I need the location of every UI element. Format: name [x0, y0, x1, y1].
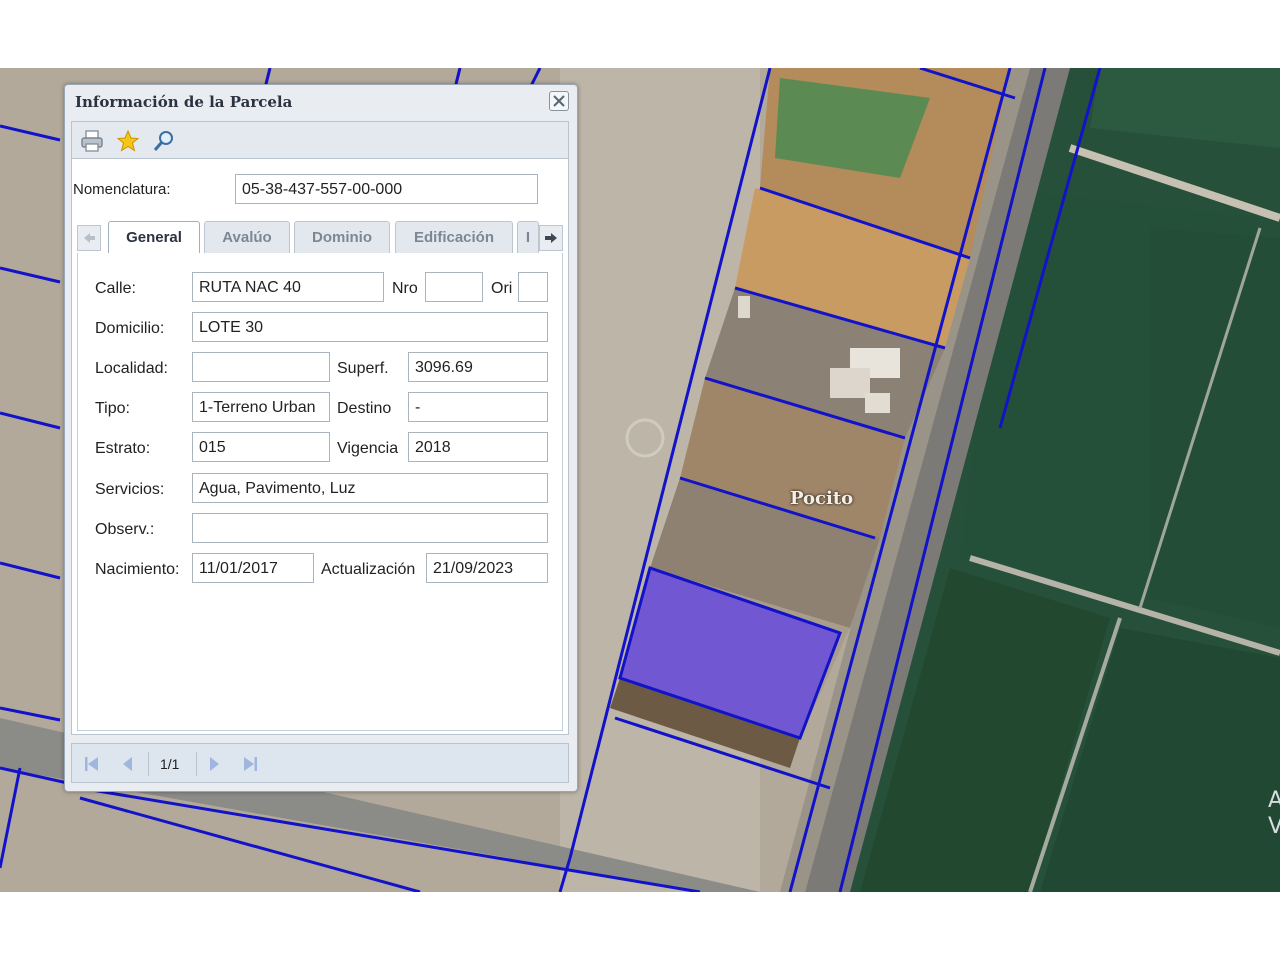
tab-general[interactable]: General — [108, 221, 200, 254]
pager-separator — [148, 752, 149, 776]
parcel-info-window: Información de la Parcela Nomenclatura: … — [64, 84, 578, 792]
first-page-button[interactable] — [82, 754, 102, 774]
observ-field[interactable] — [192, 513, 548, 543]
nro-label: Nro — [392, 280, 418, 297]
favorite-button[interactable] — [116, 129, 140, 153]
calle-field[interactable]: RUTA NAC 40 — [192, 272, 384, 302]
domicilio-field[interactable]: LOTE 30 — [192, 312, 548, 342]
superf-field[interactable]: 3096.69 — [408, 352, 548, 382]
superf-label: Superf. — [337, 360, 389, 377]
printer-icon — [81, 130, 103, 152]
tipo-label: Tipo: — [95, 400, 130, 417]
nomenclatura-label: Nomenclatura: — [73, 181, 171, 198]
pagination-bar: 1/1 — [71, 743, 569, 783]
actualizacion-label: Actualización — [321, 561, 416, 578]
calle-label: Calle: — [95, 280, 136, 297]
prev-page-icon — [123, 757, 132, 771]
destino-label: Destino — [337, 400, 392, 417]
print-button[interactable] — [80, 129, 104, 153]
pager-separator — [196, 752, 197, 776]
nacimiento-field[interactable]: 11/01/2017 — [192, 553, 314, 583]
tipo-field[interactable]: 1-Terreno Urban — [192, 392, 330, 422]
vigencia-field[interactable]: 2018 — [408, 432, 548, 462]
observ-label: Observ.: — [95, 521, 155, 538]
estrato-field[interactable]: 015 — [192, 432, 330, 462]
servicios-field[interactable]: Agua, Pavimento, Luz — [192, 473, 548, 503]
next-page-button[interactable] — [204, 754, 224, 774]
tab-dominio[interactable]: Dominio — [294, 221, 390, 253]
arrow-right-icon — [545, 233, 557, 243]
page-indicator: 1/1 — [160, 756, 180, 772]
tab-avaluo[interactable]: Avalúo — [204, 221, 290, 253]
tab-more[interactable]: I — [517, 221, 539, 253]
destino-field[interactable]: - — [408, 392, 548, 422]
window-titlebar[interactable]: Información de la Parcela — [65, 85, 577, 119]
nomenclatura-field[interactable]: 05-38-437-557-00-000 — [235, 174, 538, 204]
tab-scroll-left[interactable] — [77, 225, 101, 251]
zoom-button[interactable] — [152, 129, 176, 153]
domicilio-label: Domicilio: — [95, 320, 165, 337]
next-page-icon — [210, 757, 219, 771]
localidad-field[interactable] — [192, 352, 330, 382]
localidad-label: Localidad: — [95, 360, 168, 377]
window-toolbar — [71, 121, 569, 159]
prev-page-button[interactable] — [118, 754, 138, 774]
last-page-icon — [244, 757, 257, 771]
window-title: Información de la Parcela — [75, 93, 293, 111]
nro-field[interactable] — [425, 272, 483, 302]
star-icon — [116, 129, 140, 152]
ori-label: Ori — [491, 280, 513, 297]
last-page-button[interactable] — [240, 754, 260, 774]
estrato-label: Estrato: — [95, 440, 151, 457]
tab-strip: General Avalúo Dominio Edificación I — [77, 221, 563, 254]
servicios-label: Servicios: — [95, 481, 165, 498]
tab-scroll-right[interactable] — [539, 225, 563, 251]
close-button[interactable] — [549, 91, 569, 111]
ori-field[interactable] — [518, 272, 548, 302]
actualizacion-field[interactable]: 21/09/2023 — [426, 553, 548, 583]
vigencia-label: Vigencia — [337, 440, 399, 457]
nacimiento-label: Nacimiento: — [95, 561, 180, 578]
close-icon — [553, 95, 565, 107]
magnifier-icon — [153, 131, 173, 151]
map-edge-text: A V — [1268, 788, 1280, 839]
arrow-left-icon — [84, 233, 95, 243]
first-page-icon — [85, 757, 98, 771]
tab-edificacion[interactable]: Edificación — [395, 221, 513, 253]
map-place-label: Pocito — [790, 488, 854, 509]
